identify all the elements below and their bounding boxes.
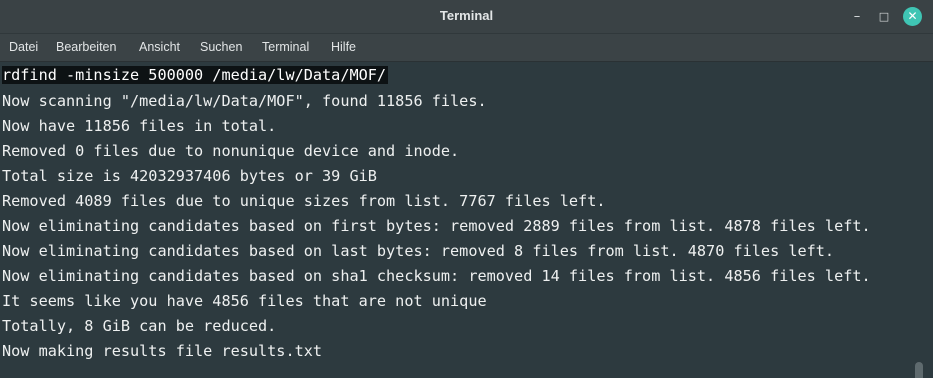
output-line: Removed 4089 files due to unique sizes f…	[2, 192, 606, 210]
scrollbar-thumb[interactable]	[915, 362, 923, 378]
window-title: Terminal	[439, 8, 494, 23]
menu-hilfe[interactable]: Hilfe	[331, 40, 356, 54]
output-line: It seems like you have 4856 files that a…	[2, 292, 487, 310]
command-text: rdfind -minsize 500000 /media/lw/Data/MO…	[2, 66, 389, 84]
output-line: Removed 0 files due to nonunique device …	[2, 142, 460, 160]
output-line: Now have 11856 files in total.	[2, 117, 277, 135]
maximize-icon[interactable]: □	[874, 7, 894, 27]
output-line: Now eliminating candidates based on sha1…	[2, 267, 871, 285]
menu-ansicht[interactable]: Ansicht	[139, 40, 180, 54]
minimize-icon[interactable]: –	[847, 7, 867, 27]
output-line: Totally, 8 GiB can be reduced.	[2, 317, 277, 335]
menu-datei[interactable]: Datei	[9, 40, 38, 54]
output-line: Now making results file results.txt	[2, 342, 323, 360]
output-line: Now eliminating candidates based on last…	[2, 242, 835, 260]
output-line: Total size is 42032937406 bytes or 39 Gi…	[2, 167, 377, 185]
menu-terminal[interactable]: Terminal	[262, 40, 309, 54]
output-line: Now eliminating candidates based on firs…	[2, 217, 871, 235]
menu-bar: Datei Bearbeiten Ansicht Suchen Terminal…	[0, 34, 933, 62]
output-line: Now scanning "/media/lw/Data/MOF", found…	[2, 92, 487, 110]
terminal-window: Terminal – □ ✕ Datei Bearbeiten Ansicht …	[0, 0, 933, 378]
menu-suchen[interactable]: Suchen	[200, 40, 242, 54]
command-line: rdfind -minsize 500000 /media/lw/Data/MO…	[2, 64, 389, 86]
title-bar[interactable]: Terminal – □ ✕	[0, 0, 933, 34]
menu-bearbeiten[interactable]: Bearbeiten	[56, 40, 116, 54]
close-icon[interactable]: ✕	[903, 7, 922, 26]
terminal-output-area[interactable]: rdfind -minsize 500000 /media/lw/Data/MO…	[0, 62, 933, 378]
